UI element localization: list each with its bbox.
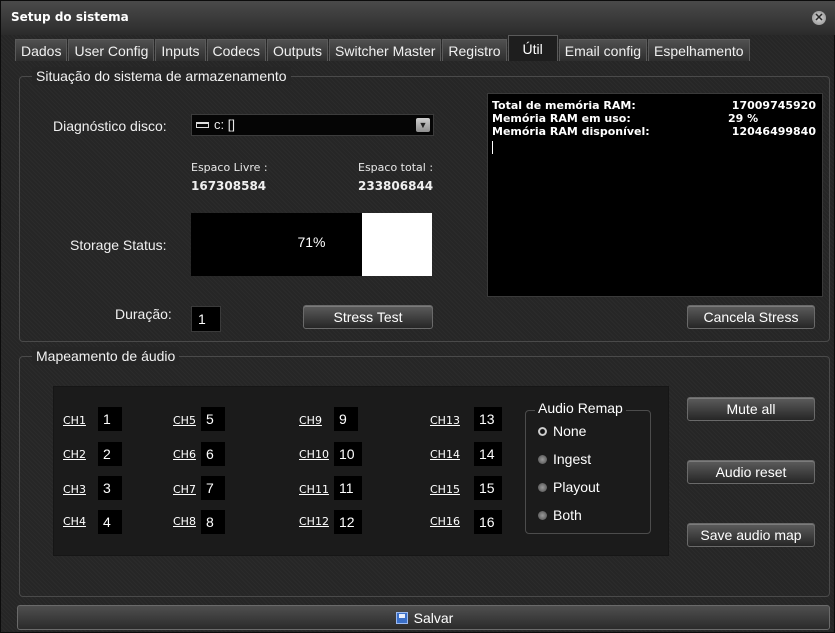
save-button[interactable]: Salvar xyxy=(17,605,830,630)
ram-total-value: 17009745920 xyxy=(731,99,816,112)
disk-label: Diagnóstico disco: xyxy=(53,118,167,134)
duration-input[interactable]: 1 xyxy=(191,306,221,332)
window-title: Setup do sistema xyxy=(11,10,129,24)
ram-used-label: Memória RAM em uso: xyxy=(492,112,631,125)
remap-option-ingest-label: Ingest xyxy=(553,451,592,467)
tab-email-config[interactable]: Email config xyxy=(558,39,648,61)
storage-status-percent: 71% xyxy=(297,234,326,250)
free-space-label: Espaco Livre : xyxy=(191,161,268,174)
tab-user-config[interactable]: User Config xyxy=(68,39,155,61)
floppy-disk-icon xyxy=(395,612,408,625)
ch6-label: CH6 xyxy=(173,448,196,461)
total-space-value: 233806844 xyxy=(358,179,434,193)
ch5-label: CH5 xyxy=(173,414,196,427)
ch9-input[interactable]: 9 xyxy=(334,407,358,431)
tab-switcher-master[interactable]: Switcher Master xyxy=(329,39,442,61)
ch15-label: CH15 xyxy=(430,483,460,496)
duration-label: Duração: xyxy=(115,306,172,322)
audio-remap-group: Audio Remap None Ingest Playout Both xyxy=(525,400,651,534)
ch3-input[interactable]: 3 xyxy=(98,476,122,500)
tab-bar: Dados User Config Inputs Codecs Outputs … xyxy=(15,35,751,61)
ch14-input[interactable]: 14 xyxy=(474,442,502,466)
ch11-input[interactable]: 11 xyxy=(334,476,362,500)
tab-codecs[interactable]: Codecs xyxy=(206,39,266,61)
disk-select[interactable]: c: [] ▼ xyxy=(191,114,434,136)
ch8-input[interactable]: 8 xyxy=(201,510,225,534)
save-button-label: Salvar xyxy=(413,610,454,626)
storage-status-label: Storage Status: xyxy=(70,237,167,253)
remap-option-playout[interactable]: Playout xyxy=(538,479,600,495)
ch5-input[interactable]: 5 xyxy=(201,407,225,431)
radio-icon xyxy=(538,454,547,464)
ch10-label: CH10 xyxy=(299,448,329,461)
ch14-label: CH14 xyxy=(430,448,460,461)
title-bar: Setup do sistema ✕ xyxy=(1,1,835,35)
remap-option-none[interactable]: None xyxy=(538,423,586,439)
ram-available-label: Memória RAM disponível: xyxy=(492,125,650,138)
chevron-down-icon[interactable]: ▼ xyxy=(416,118,430,132)
ch10-input[interactable]: 10 xyxy=(334,442,362,466)
save-button-content: Salvar xyxy=(18,610,831,626)
cancel-stress-button[interactable]: Cancela Stress xyxy=(687,305,815,329)
ch13-input[interactable]: 13 xyxy=(474,407,502,431)
storage-group-title: Situação do sistema de armazenamento xyxy=(32,67,291,85)
ch6-input[interactable]: 6 xyxy=(201,442,225,466)
remap-option-both-label: Both xyxy=(553,507,582,523)
close-icon[interactable]: ✕ xyxy=(812,11,826,25)
mute-all-button[interactable]: Mute all xyxy=(687,397,815,421)
ch7-label: CH7 xyxy=(173,483,196,496)
radio-icon xyxy=(538,510,547,520)
free-space-value: 167308584 xyxy=(191,179,267,193)
ch11-label: CH11 xyxy=(299,483,329,496)
total-space-label: Espaco total : xyxy=(358,161,434,174)
tab-util[interactable]: Útil xyxy=(507,35,558,61)
ch13-label: CH13 xyxy=(430,414,460,427)
save-audio-map-button[interactable]: Save audio map xyxy=(687,523,815,547)
ram-total-label: Total de memória RAM: xyxy=(492,99,636,112)
ram-info-panel: Total de memória RAM: 17009745920 Memóri… xyxy=(487,93,823,297)
tab-outputs[interactable]: Outputs xyxy=(267,39,329,61)
ch9-label: CH9 xyxy=(299,414,322,427)
ch15-input[interactable]: 15 xyxy=(474,476,502,500)
ch1-input[interactable]: 1 xyxy=(98,407,122,431)
ch4-label: CH4 xyxy=(63,515,86,528)
ch8-label: CH8 xyxy=(173,515,196,528)
audio-reset-button[interactable]: Audio reset xyxy=(687,460,815,484)
ch16-input[interactable]: 16 xyxy=(474,510,502,534)
audio-group-title: Mapeamento de áudio xyxy=(32,347,180,365)
storage-status-bar: 71% xyxy=(191,213,432,276)
ch3-label: CH3 xyxy=(63,483,86,496)
radio-icon xyxy=(538,482,547,492)
tab-registro[interactable]: Registro xyxy=(442,39,507,61)
radio-selected-icon xyxy=(538,426,547,436)
ch2-input[interactable]: 2 xyxy=(98,442,122,466)
remap-option-ingest[interactable]: Ingest xyxy=(538,451,591,467)
ch1-label: CH1 xyxy=(63,414,86,427)
ch4-input[interactable]: 4 xyxy=(98,510,122,534)
stress-test-button[interactable]: Stress Test xyxy=(303,305,433,329)
ch2-label: CH2 xyxy=(63,448,86,461)
tab-dados[interactable]: Dados xyxy=(15,39,68,61)
tab-espelhamento[interactable]: Espelhamento xyxy=(648,39,750,61)
ram-available-value: 12046499840 xyxy=(731,125,816,138)
ch7-input[interactable]: 7 xyxy=(201,476,225,500)
ch16-label: CH16 xyxy=(430,515,460,528)
tab-inputs[interactable]: Inputs xyxy=(155,39,206,61)
remap-option-playout-label: Playout xyxy=(553,479,600,495)
audio-remap-title: Audio Remap xyxy=(535,400,626,416)
ram-used-value: 29 % xyxy=(728,112,759,125)
drive-icon xyxy=(196,121,209,128)
remap-option-none-label: None xyxy=(553,423,587,439)
ch12-label: CH12 xyxy=(299,515,329,528)
disk-select-value: c: [] xyxy=(214,117,235,132)
remap-option-both[interactable]: Both xyxy=(538,507,582,523)
text-cursor xyxy=(492,141,493,154)
ch12-input[interactable]: 12 xyxy=(334,510,362,534)
setup-window: Setup do sistema ✕ Dados User Config Inp… xyxy=(0,0,835,633)
